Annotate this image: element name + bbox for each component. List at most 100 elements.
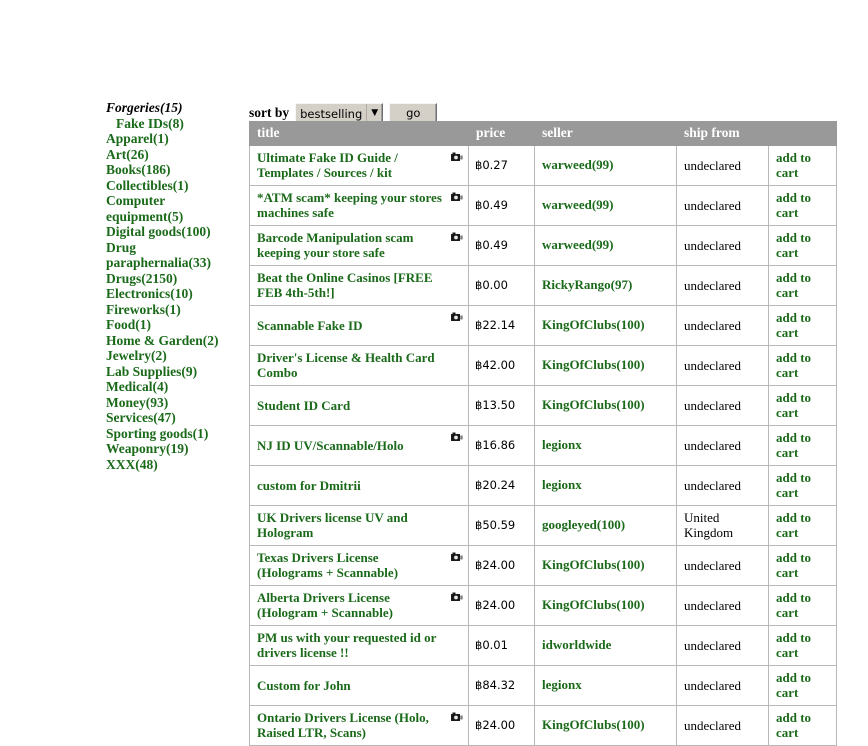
- sidebar-item-jewelry-2[interactable]: Jewelry(2): [106, 348, 242, 364]
- sidebar-item-fireworks-1[interactable]: Fireworks(1): [106, 302, 242, 318]
- column-header-title[interactable]: title: [249, 121, 469, 146]
- add-to-cart-button[interactable]: add to cart: [776, 390, 830, 420]
- listing-title-link[interactable]: custom for Dmitrii: [257, 478, 462, 493]
- seller-link[interactable]: KingOfClubs(100): [542, 397, 645, 412]
- listing-title-cell: Beat the Online Casinos [FREE FEB 4th-5t…: [249, 265, 469, 306]
- listing-price: ฿50.59: [468, 505, 535, 546]
- listing-title-link[interactable]: Texas Drivers License (Holograms + Scann…: [257, 550, 462, 580]
- table-header-row: title price seller ship from: [249, 121, 837, 146]
- listing-title-link[interactable]: Alberta Drivers License (Hologram + Scan…: [257, 590, 462, 620]
- listing-title-link[interactable]: Scannable Fake ID: [257, 318, 462, 333]
- listing-title-link[interactable]: NJ ID UV/Scannable/Holo: [257, 438, 462, 453]
- column-header-price[interactable]: price: [468, 121, 535, 146]
- listing-title-link[interactable]: Custom for John: [257, 678, 462, 693]
- sidebar-item-digital-goods-100[interactable]: Digital goods(100): [106, 224, 242, 240]
- listing-title-link[interactable]: Ontario Drivers License (Holo, Raised LT…: [257, 710, 462, 740]
- add-to-cart-button[interactable]: add to cart: [776, 430, 830, 460]
- seller-link[interactable]: idworldwide: [542, 637, 611, 652]
- listing-seller-cell: legionx: [534, 465, 677, 506]
- add-to-cart-button[interactable]: add to cart: [776, 510, 830, 540]
- listing-ship-from: undeclared: [676, 185, 769, 226]
- listing-title-link[interactable]: UK Drivers license UV and Hologram: [257, 510, 462, 540]
- listing-title-cell: Ultimate Fake ID Guide / Templates / Sou…: [249, 145, 469, 186]
- listings-table-body: Ultimate Fake ID Guide / Templates / Sou…: [249, 145, 837, 746]
- seller-link[interactable]: warweed(99): [542, 157, 613, 172]
- sidebar-item-electronics-10[interactable]: Electronics(10): [106, 286, 242, 302]
- sidebar-item-books-186[interactable]: Books(186): [106, 162, 242, 178]
- chevron-down-icon: ▼: [371, 108, 379, 118]
- listing-title-link[interactable]: Driver's License & Health Card Combo: [257, 350, 462, 380]
- listing-seller-cell: warweed(99): [534, 185, 677, 226]
- column-header-shipfrom[interactable]: ship from: [676, 121, 769, 146]
- table-row: PM us with your requested id or drivers …: [249, 625, 837, 666]
- seller-link[interactable]: KingOfClubs(100): [542, 717, 645, 732]
- sidebar-item-forgeries-15[interactable]: Forgeries(15): [106, 100, 242, 116]
- add-to-cart-button[interactable]: add to cart: [776, 270, 830, 300]
- seller-link[interactable]: KingOfClubs(100): [542, 357, 645, 372]
- listing-title-link[interactable]: Student ID Card: [257, 398, 462, 413]
- category-sidebar: Forgeries(15) Fake IDs(8) Apparel(1) Art(26…: [106, 100, 242, 472]
- add-to-cart-button[interactable]: add to cart: [776, 630, 830, 660]
- seller-link[interactable]: googleyed(100): [542, 517, 625, 532]
- seller-link[interactable]: legionx: [542, 437, 582, 452]
- table-row: Scannable Fake ID ฿22.14 KingOfClubs(100) u…: [249, 305, 837, 346]
- listing-title-cell: *ATM scam* keeping your stores machines …: [249, 185, 469, 226]
- sidebar-item-money-93[interactable]: Money(93): [106, 395, 242, 411]
- sidebar-item-medical-4[interactable]: Medical(4): [106, 379, 242, 395]
- sidebar-item-art-26[interactable]: Art(26): [106, 147, 242, 163]
- listing-title-cell: Custom for John: [249, 665, 469, 706]
- seller-link[interactable]: KingOfClubs(100): [542, 557, 645, 572]
- listing-seller-cell: KingOfClubs(100): [534, 305, 677, 346]
- sidebar-item-xxx-48[interactable]: XXX(48): [106, 457, 242, 473]
- add-to-cart-button[interactable]: add to cart: [776, 230, 830, 260]
- listing-ship-from: undeclared: [676, 265, 769, 306]
- add-to-cart-button[interactable]: add to cart: [776, 550, 830, 580]
- sidebar-item-collectibles-1[interactable]: Collectibles(1): [106, 178, 242, 194]
- listing-ship-from: undeclared: [676, 545, 769, 586]
- add-to-cart-button[interactable]: add to cart: [776, 150, 830, 180]
- listing-title-link[interactable]: Barcode Manipulation scam keeping your s…: [257, 230, 462, 260]
- listing-ship-from: United Kingdom: [676, 505, 769, 546]
- seller-link[interactable]: KingOfClubs(100): [542, 317, 645, 332]
- listing-cart-cell: add to cart: [768, 345, 837, 386]
- sidebar-item-home-garden-2[interactable]: Home & Garden(2): [106, 333, 242, 349]
- sidebar-item-fake-ids-8[interactable]: Fake IDs(8): [106, 116, 242, 132]
- add-to-cart-button[interactable]: add to cart: [776, 310, 830, 340]
- seller-link[interactable]: legionx: [542, 677, 582, 692]
- table-row: custom for Dmitrii ฿20.24 legionx undeclare…: [249, 465, 837, 506]
- sidebar-item-food-1[interactable]: Food(1): [106, 317, 242, 333]
- seller-link[interactable]: RickyRango(97): [542, 277, 632, 292]
- sidebar-item-sporting-goods-1[interactable]: Sporting goods(1): [106, 426, 242, 442]
- listing-cart-cell: add to cart: [768, 425, 837, 466]
- listing-title-link[interactable]: Beat the Online Casinos [FREE FEB 4th-5t…: [257, 270, 462, 300]
- listing-price: ฿13.50: [468, 385, 535, 426]
- add-to-cart-button[interactable]: add to cart: [776, 670, 830, 700]
- listing-title-cell: PM us with your requested id or drivers …: [249, 625, 469, 666]
- add-to-cart-button[interactable]: add to cart: [776, 470, 830, 500]
- add-to-cart-button[interactable]: add to cart: [776, 590, 830, 620]
- listing-title-link[interactable]: Ultimate Fake ID Guide / Templates / Sou…: [257, 150, 462, 180]
- seller-link[interactable]: legionx: [542, 477, 582, 492]
- listing-price: ฿0.49: [468, 185, 535, 226]
- seller-link[interactable]: warweed(99): [542, 237, 613, 252]
- listings-table-head: title price seller ship from: [249, 121, 837, 146]
- sidebar-item-computer-equipment-5[interactable]: Computer equipment(5): [106, 193, 242, 224]
- sidebar-item-drugs-2150[interactable]: Drugs(2150): [106, 271, 242, 287]
- seller-link[interactable]: warweed(99): [542, 197, 613, 212]
- listing-seller-cell: KingOfClubs(100): [534, 385, 677, 426]
- sidebar-item-weaponry-19[interactable]: Weaponry(19): [106, 441, 242, 457]
- sidebar-item-drug-paraphernalia-33[interactable]: Drug paraphernalia(33): [106, 240, 242, 271]
- listing-title-link[interactable]: *ATM scam* keeping your stores machines …: [257, 190, 462, 220]
- seller-link[interactable]: KingOfClubs(100): [542, 597, 645, 612]
- listing-seller-cell: legionx: [534, 665, 677, 706]
- sidebar-item-services-47[interactable]: Services(47): [106, 410, 242, 426]
- column-header-seller[interactable]: seller: [534, 121, 677, 146]
- listing-cart-cell: add to cart: [768, 305, 837, 346]
- add-to-cart-button[interactable]: add to cart: [776, 350, 830, 380]
- add-to-cart-button[interactable]: add to cart: [776, 190, 830, 220]
- sidebar-item-lab-supplies-9[interactable]: Lab Supplies(9): [106, 364, 242, 380]
- listing-title-link[interactable]: PM us with your requested id or drivers …: [257, 630, 462, 660]
- add-to-cart-button[interactable]: add to cart: [776, 710, 830, 740]
- sidebar-item-apparel-1[interactable]: Apparel(1): [106, 131, 242, 147]
- table-row: Beat the Online Casinos [FREE FEB 4th-5t…: [249, 265, 837, 306]
